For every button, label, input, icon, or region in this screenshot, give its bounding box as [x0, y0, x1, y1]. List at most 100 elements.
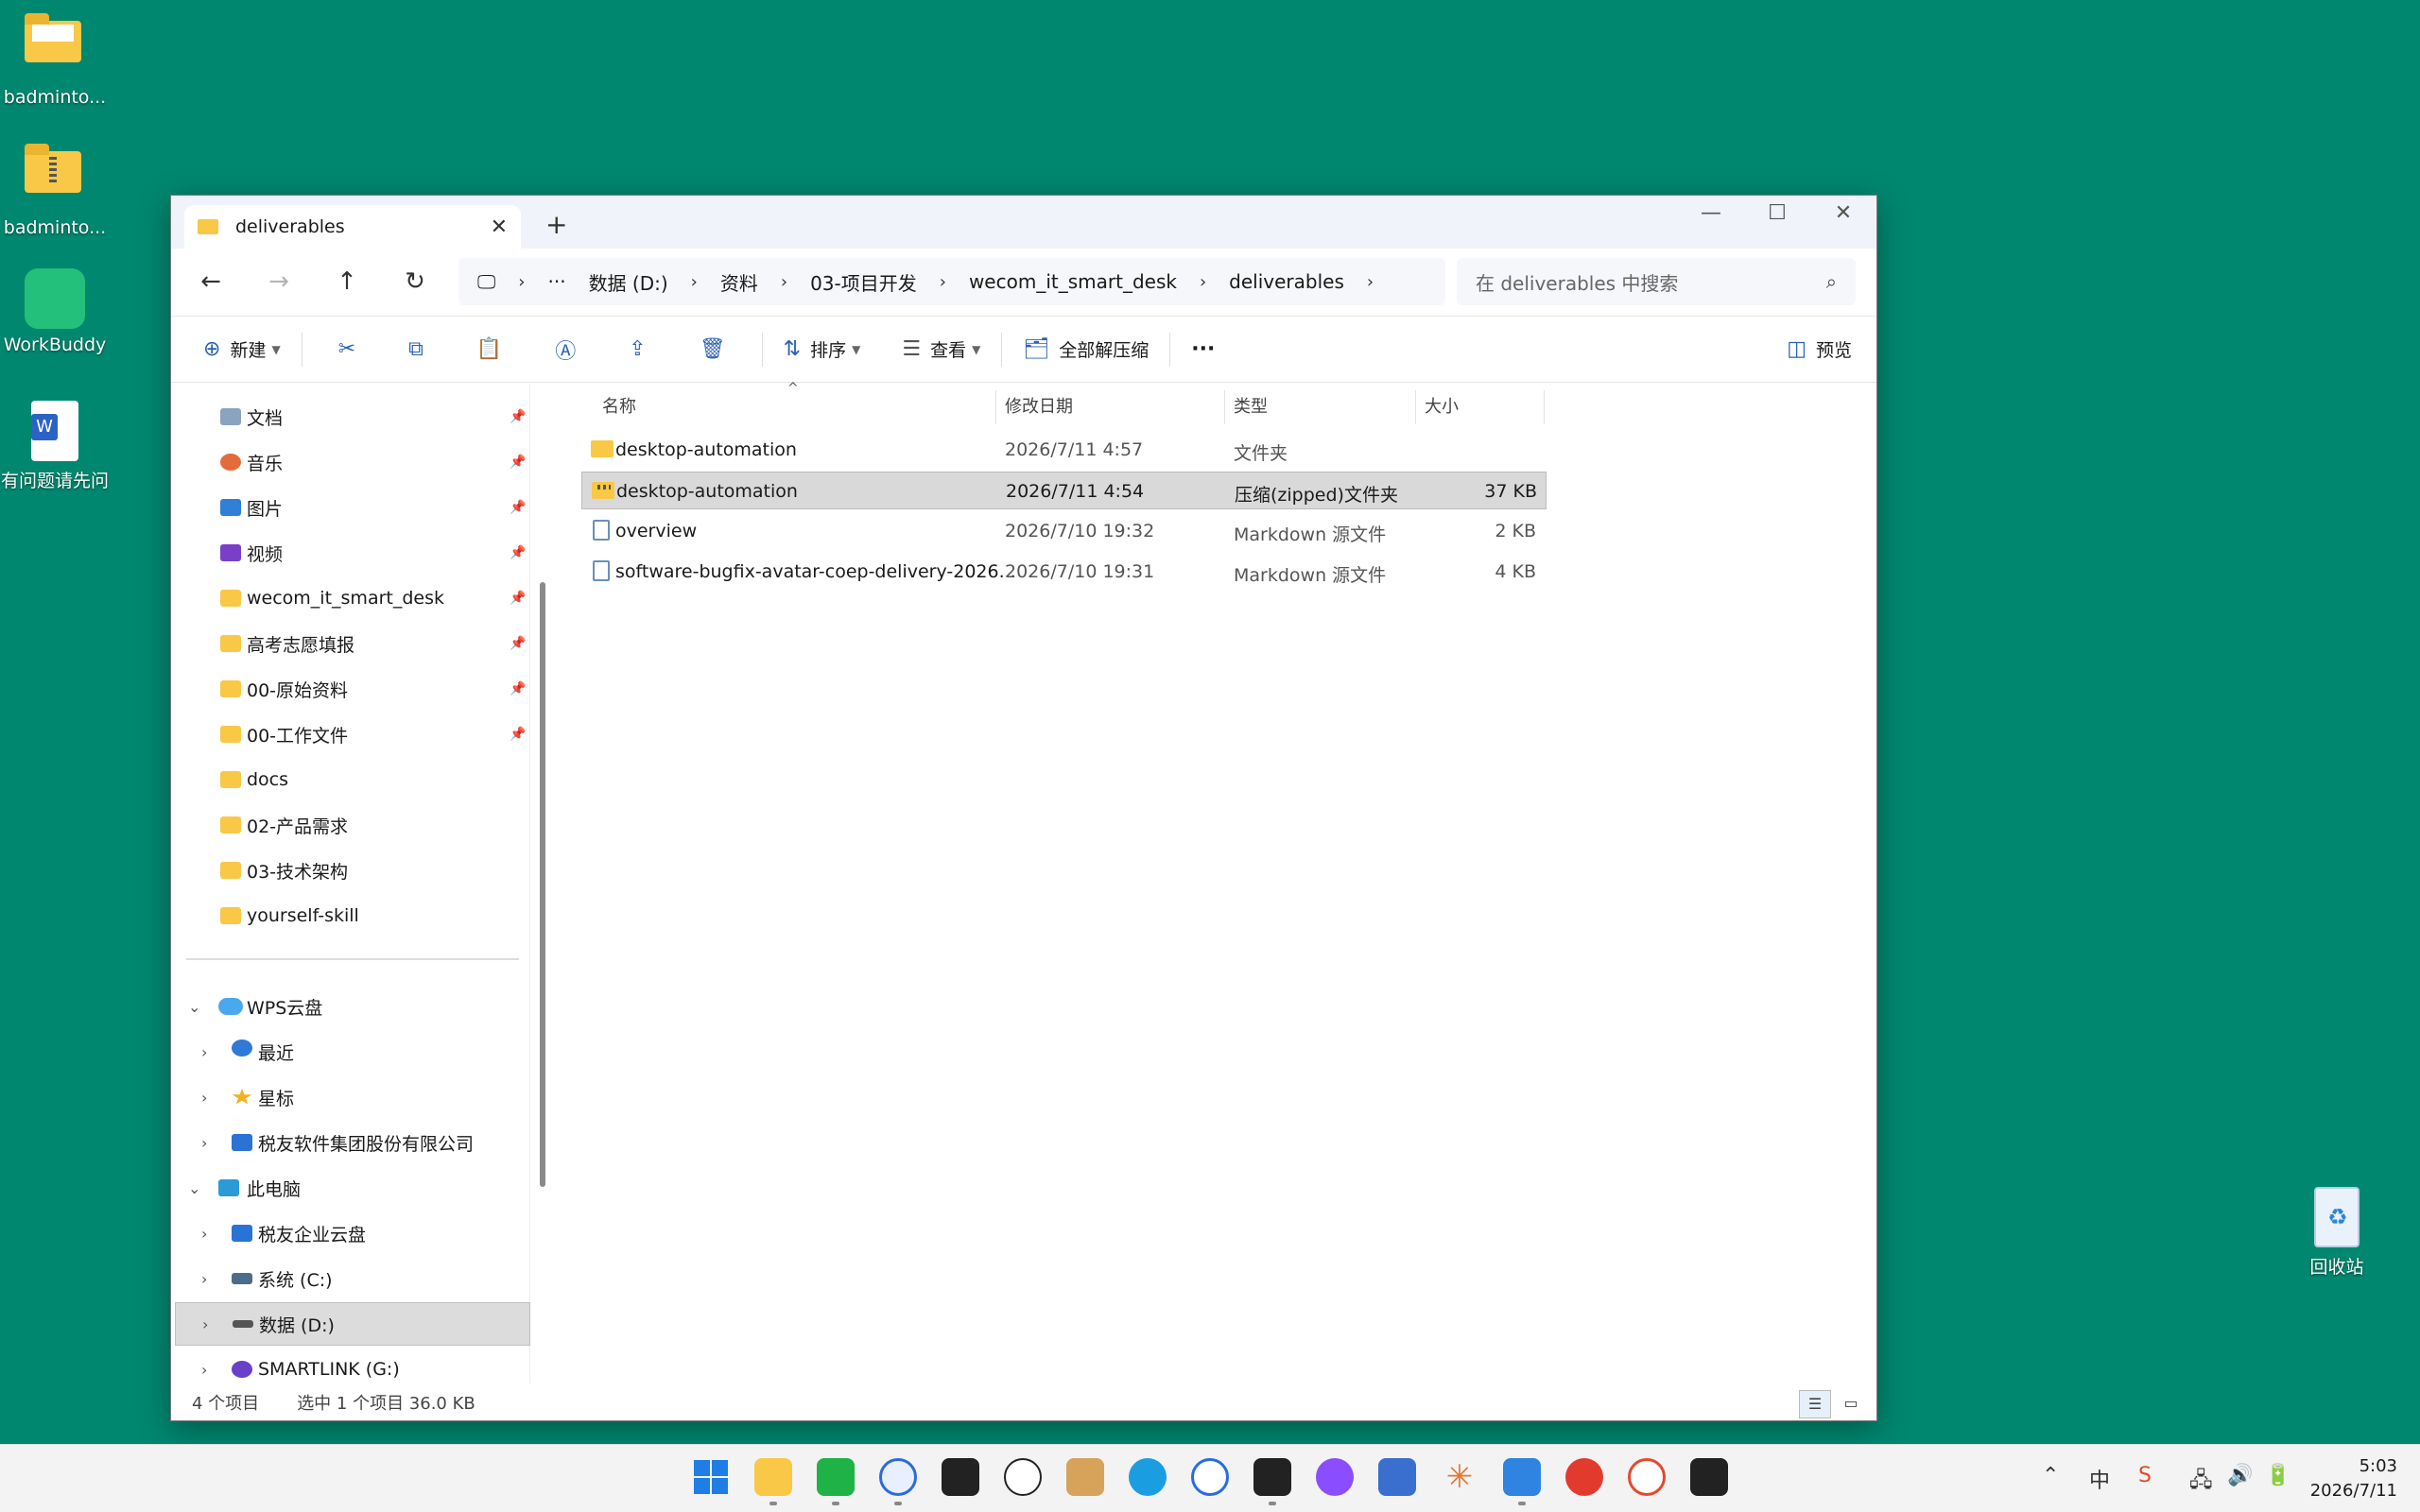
maximize-button[interactable]: ☐ [1744, 201, 1810, 225]
nav-item-tech-architecture[interactable]: 03-技术架构 [171, 849, 530, 892]
sort-button[interactable]: ⇅ 排序 ▼ [772, 326, 873, 373]
back-arrow-icon[interactable]: ← [192, 267, 230, 296]
chevron-down-icon[interactable]: ⌄ [188, 998, 200, 1016]
nav-item-gaokao[interactable]: 高考志愿填报 📌 [171, 622, 530, 665]
more-options-button[interactable]: ··· [1180, 326, 1226, 373]
network-tool-icon[interactable] [1378, 1458, 1416, 1496]
breadcrumb-item[interactable]: deliverables [1229, 270, 1344, 293]
desktop-icon-workbuddy[interactable]: WorkBuddy [0, 268, 112, 355]
chevron-down-icon[interactable]: ⌄ [188, 1179, 200, 1197]
minimize-button[interactable]: — [1678, 201, 1744, 225]
chevron-right-icon[interactable]: › [518, 272, 525, 292]
wechat-icon[interactable] [817, 1458, 855, 1496]
preview-button[interactable]: ◫ 预览 [1775, 326, 1863, 373]
desktop-icon-badminton-2[interactable]: badminto... [0, 140, 112, 238]
column-divider[interactable] [1224, 390, 1225, 424]
breadcrumb-item[interactable]: wecom_it_smart_desk [969, 270, 1177, 293]
nav-item-enterprise-cloud[interactable]: › 税友企业云盘 [171, 1211, 530, 1255]
sidebar-scrollbar[interactable] [540, 582, 545, 1187]
battery-icon[interactable]: 🔋 [2265, 1464, 2290, 1487]
nav-item-company[interactable]: › 税友软件集团股份有限公司 [171, 1121, 530, 1164]
column-header-modified[interactable]: 修改日期 [1005, 384, 1073, 427]
paste-button[interactable]: 📋 [465, 326, 513, 373]
nav-item-recent[interactable]: › 最近 [171, 1030, 530, 1074]
column-divider[interactable] [995, 390, 996, 424]
close-tab-icon[interactable]: ✕ [491, 215, 508, 239]
ime-indicator[interactable]: 中 [2089, 1464, 2110, 1494]
monitor-icon[interactable]: 🖵 [477, 270, 495, 293]
notepad-icon[interactable] [1503, 1458, 1541, 1496]
file-row[interactable]: desktop-automation 2026/7/11 4:57 文件夹 [581, 431, 1708, 469]
desktop-icon-badminton-1[interactable]: badminto... [0, 9, 112, 108]
tiles-view-button[interactable]: ▭ [1835, 1390, 1867, 1418]
extract-all-button[interactable]: 🗂 全部解压缩 [1011, 326, 1160, 373]
nav-item-documents[interactable]: 文档 📌 [171, 395, 530, 438]
column-header-name[interactable]: 名称 [602, 384, 636, 427]
chevron-right-icon[interactable]: › [781, 272, 787, 292]
nav-item-wps-cloud[interactable]: ⌄ WPS云盘 [171, 985, 530, 1028]
share-button[interactable]: ⇪ [617, 326, 657, 373]
search-input[interactable]: 在 deliverables 中搜索 ⌕ [1457, 258, 1856, 305]
breadcrumb-item[interactable]: 数据 (D:) [589, 268, 668, 296]
nav-item-work-files[interactable]: 00-工作文件 📌 [171, 713, 530, 756]
chevron-right-icon[interactable]: › [1200, 272, 1206, 292]
nav-item-yourself-skill[interactable]: yourself-skill [171, 894, 530, 937]
todo-check-icon[interactable] [1191, 1458, 1229, 1496]
chevron-right-icon[interactable]: › [201, 1361, 207, 1379]
forward-arrow-icon[interactable]: → [260, 267, 298, 296]
desktop-icon-recycle-bin[interactable]: ♻ 回收站 [2280, 1187, 2394, 1279]
file-explorer-icon[interactable] [754, 1458, 792, 1496]
nav-item-starred[interactable]: › 星标 [171, 1075, 530, 1119]
up-arrow-icon[interactable]: ↑ [328, 267, 366, 296]
breadcrumb-item[interactable]: 资料 [720, 268, 758, 296]
nav-item-wecom-it-smart-desk[interactable]: wecom_it_smart_desk 📌 [171, 576, 530, 620]
network-icon[interactable]: 🖧 [2189, 1464, 2213, 1500]
new-tab-button[interactable]: + [545, 209, 567, 240]
nav-item-music[interactable]: 音乐 📌 [171, 440, 530, 484]
edge-browser-icon[interactable] [1129, 1458, 1167, 1496]
refresh-icon[interactable]: ↻ [396, 267, 434, 296]
system-clock[interactable]: 5:03 2026/7/11 [2310, 1454, 2397, 1503]
file-row[interactable]: software-bugfix-avatar-coep-delivery-202… [581, 553, 1708, 591]
desktop-icon-word-doc[interactable]: W 有问题请先问 [0, 401, 112, 492]
column-header-type[interactable]: 类型 [1234, 384, 1268, 427]
column-divider[interactable] [1415, 390, 1416, 424]
notes-app-icon[interactable] [942, 1458, 979, 1496]
chevron-right-icon[interactable]: › [202, 1315, 208, 1333]
chevron-right-icon[interactable]: › [1367, 272, 1374, 292]
chevron-right-icon[interactable]: › [201, 1043, 207, 1061]
close-window-button[interactable]: ✕ [1810, 201, 1876, 225]
copy-button[interactable]: ⧉ [397, 326, 435, 373]
cursor-editor-icon[interactable] [1690, 1458, 1728, 1496]
file-row[interactable]: desktop-automation 2026/7/11 4:54 压缩(zip… [581, 472, 1547, 509]
volume-icon[interactable]: 🔊 [2227, 1464, 2253, 1487]
delete-button[interactable]: 🗑 [688, 326, 737, 373]
ai-assistant-icon[interactable] [1316, 1458, 1354, 1496]
nav-item-drive-d[interactable]: › 数据 (D:) [175, 1302, 530, 1346]
terminal-icon[interactable] [1253, 1458, 1291, 1496]
rename-button[interactable]: Ⓐ [544, 326, 587, 373]
details-view-button[interactable]: ☰ [1799, 1390, 1831, 1418]
chevron-right-icon[interactable]: › [201, 1270, 207, 1288]
chevron-right-icon[interactable]: › [691, 272, 698, 292]
search-app-icon[interactable] [1628, 1458, 1666, 1496]
wps-tray-icon[interactable]: S [2138, 1464, 2152, 1487]
nav-item-this-pc[interactable]: ⌄ 此电脑 [171, 1166, 530, 1210]
chevron-right-icon[interactable]: › [201, 1225, 207, 1243]
claude-icon[interactable]: ✳ [1441, 1458, 1478, 1496]
chevron-right-icon[interactable]: › [201, 1134, 207, 1152]
nav-item-drive-c[interactable]: › 系统 (C:) [171, 1257, 530, 1300]
chat-search-icon[interactable] [879, 1458, 917, 1496]
breadcrumb[interactable]: 🖵 › ··· 数据 (D:) › 资料 › 03-项目开发 › wecom_i… [458, 258, 1445, 305]
new-button[interactable]: ⊕ 新建 ▼ [192, 326, 292, 373]
breadcrumb-item[interactable]: 03-项目开发 [810, 268, 917, 296]
column-header-size[interactable]: 大小 [1425, 384, 1459, 427]
cut-button[interactable]: ✂ [327, 326, 367, 373]
chevron-up-icon[interactable]: ⌃ [2042, 1464, 2059, 1487]
start-windows-icon[interactable] [692, 1458, 730, 1496]
view-button[interactable]: ☰ 查看 ▼ [890, 326, 992, 373]
more-crumbs-icon[interactable]: ··· [547, 270, 565, 293]
chevron-right-icon[interactable]: › [201, 1089, 207, 1107]
nav-item-videos[interactable]: 视频 📌 [171, 531, 530, 575]
mail-icon[interactable] [1066, 1458, 1104, 1496]
